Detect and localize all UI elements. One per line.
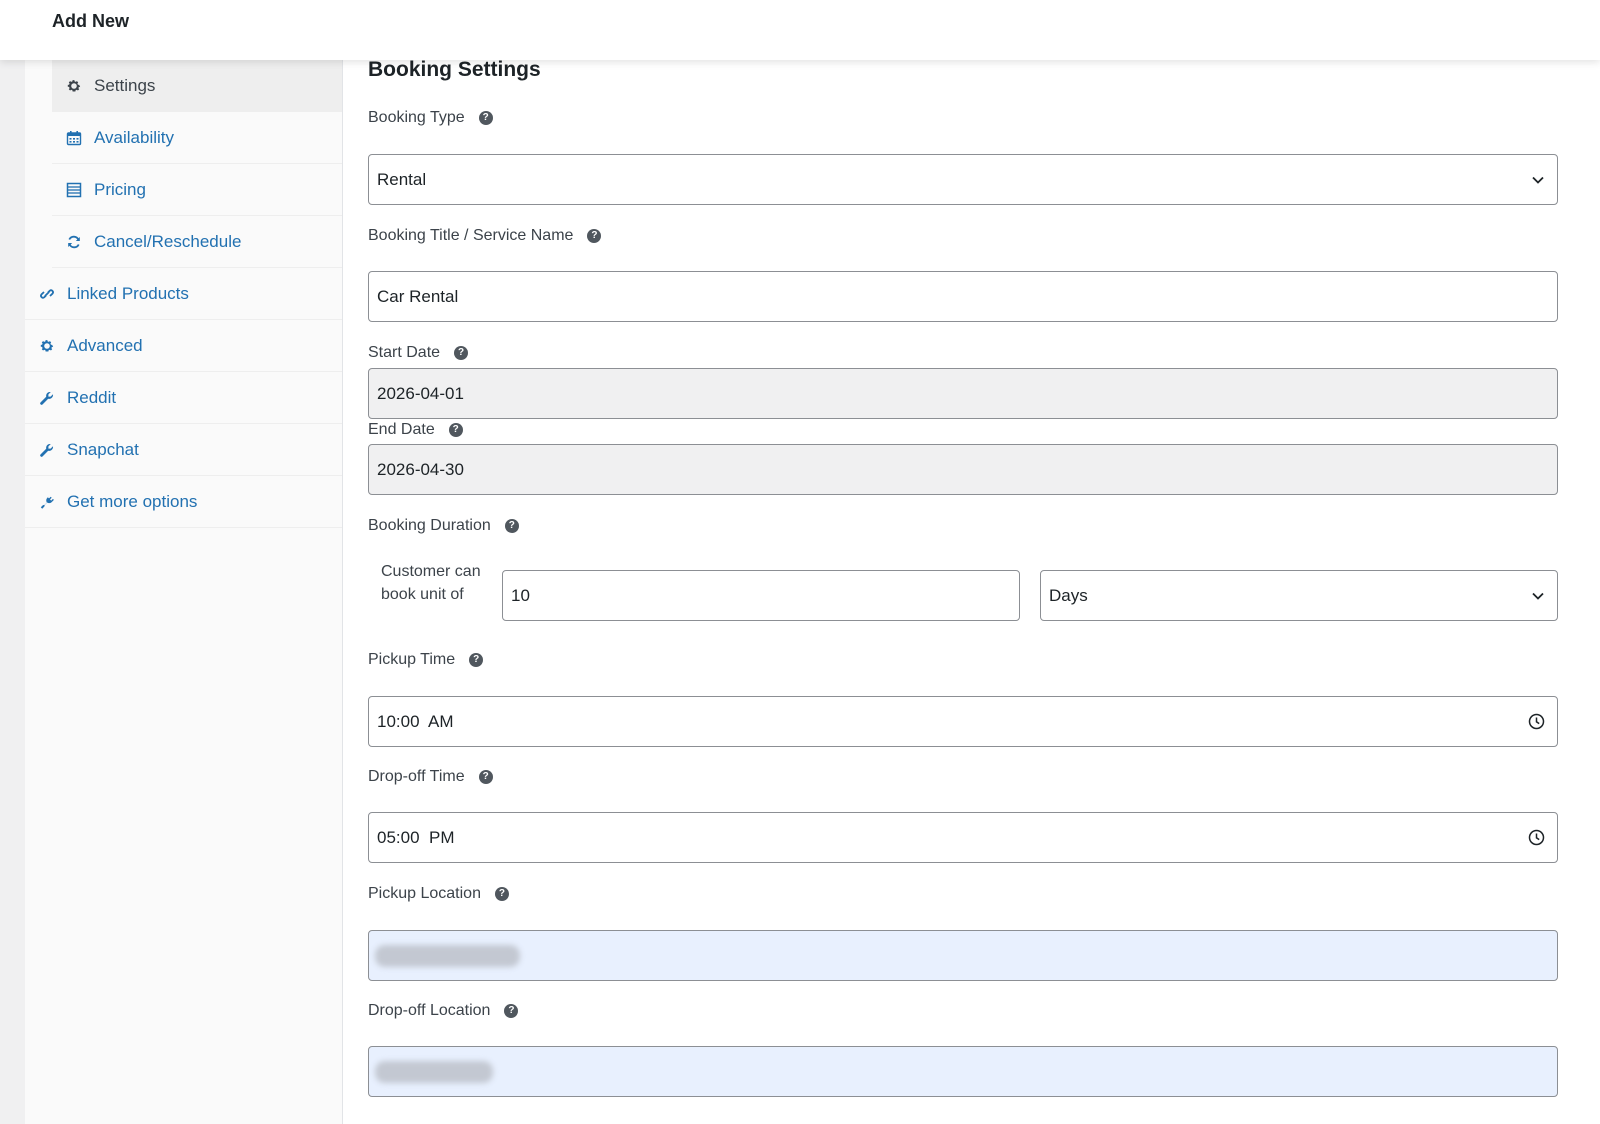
sidebar-item-label: Cancel/Reschedule [94,231,242,251]
dropoff-time-input[interactable]: 05:00 PM [368,812,1558,863]
sidebar-item-label: Linked Products [67,283,189,303]
wrench-icon [39,390,55,406]
pickup-time-input[interactable]: 10:00 AM [368,696,1558,747]
help-icon[interactable]: ? [478,111,493,125]
dropoff-location-input[interactable] [368,1046,1558,1097]
chevron-down-icon [1532,176,1544,184]
product-data-panel: Settings Availability Pricing Cancel/Res… [25,58,1600,1124]
chevron-down-icon [1532,592,1544,600]
sidebar-item-availability[interactable]: Availability [52,112,342,164]
link-icon [39,286,55,302]
calendar-icon [66,130,82,146]
start-date-input[interactable]: 2026-04-01 [368,368,1558,419]
top-bar: Add New [0,0,1600,60]
sidebar: Settings Availability Pricing Cancel/Res… [25,60,343,1124]
dropoff-time-label: Drop-off Time ? [368,768,493,786]
plugin-icon [39,494,55,510]
sidebar-item-label: Settings [94,76,156,95]
table-icon [66,182,82,198]
booking-type-label: Booking Type ? [368,109,493,127]
sidebar-item-cancel-reschedule[interactable]: Cancel/Reschedule [52,216,342,268]
help-icon[interactable]: ? [504,1004,519,1018]
help-icon[interactable]: ? [504,519,519,533]
sidebar-item-label: Reddit [67,387,117,407]
duration-unit-label: Customer can book unit of [381,563,481,603]
pickup-time-label: Pickup Time ? [368,651,484,669]
duration-value-input[interactable]: 10 [502,570,1020,621]
sidebar-item-get-more-options[interactable]: Get more options [25,476,342,528]
gear-icon [39,338,55,354]
help-icon[interactable]: ? [494,887,509,901]
sidebar-item-linked-products[interactable]: Linked Products [25,268,342,320]
end-date-label: End Date ? [368,421,463,439]
help-icon[interactable]: ? [587,229,602,243]
refresh-icon [66,234,82,250]
pickup-location-label: Pickup Location ? [368,885,509,903]
sidebar-item-snapchat[interactable]: Snapchat [25,424,342,476]
page-title: Add New [52,11,130,31]
section-heading: Booking Settings [368,58,541,81]
end-date-input[interactable]: 2026-04-30 [368,444,1558,495]
sidebar-item-label: Pricing [94,179,146,199]
duration-unit-select[interactable]: Days [1040,570,1558,621]
booking-duration-label: Booking Duration ? [368,517,519,535]
redacted-text [375,1061,493,1083]
sidebar-item-label: Snapchat [67,439,139,459]
dropoff-location-label: Drop-off Location ? [368,1002,519,1020]
booking-title-input[interactable]: Car Rental [368,271,1558,322]
sidebar-item-label: Advanced [67,335,143,355]
booking-type-select[interactable]: Rental [368,154,1558,205]
clock-icon[interactable] [1528,713,1545,730]
help-icon[interactable]: ? [454,346,469,360]
sidebar-item-label: Get more options [67,491,198,511]
sidebar-item-settings[interactable]: Settings [52,60,342,112]
booking-title-label: Booking Title / Service Name ? [368,227,602,245]
help-icon[interactable]: ? [469,653,484,667]
sidebar-item-reddit[interactable]: Reddit [25,372,342,424]
sidebar-item-pricing[interactable]: Pricing [52,164,342,216]
sidebar-item-advanced[interactable]: Advanced [25,320,342,372]
help-icon[interactable]: ? [478,770,493,784]
clock-icon[interactable] [1528,829,1545,846]
wrench-icon [39,442,55,458]
sidebar-item-label: Availability [94,127,175,147]
start-date-label: Start Date ? [368,344,469,362]
redacted-text [375,945,520,967]
pickup-location-input[interactable] [368,930,1558,981]
help-icon[interactable]: ? [448,423,463,437]
gear-icon [66,78,82,94]
